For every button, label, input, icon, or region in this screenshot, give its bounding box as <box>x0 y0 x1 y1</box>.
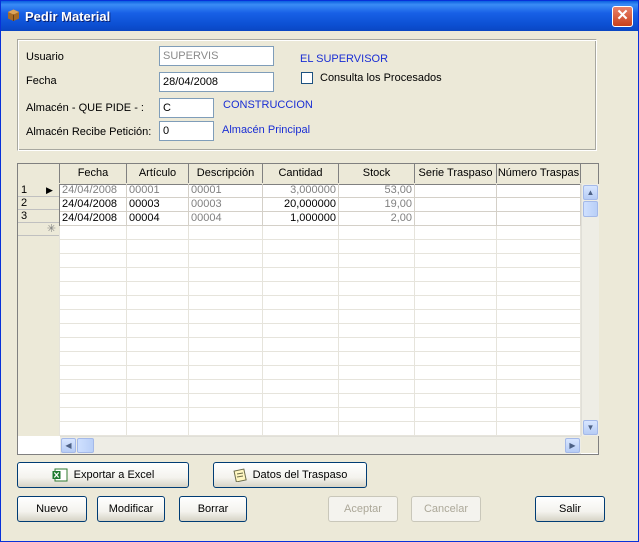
empty-grid-line <box>60 407 581 408</box>
empty-grid-line <box>60 239 581 240</box>
cancelar-button[interactable]: Cancelar <box>411 496 481 522</box>
cell-cantidad[interactable]: 1,000000 <box>263 212 339 226</box>
aceptar-button[interactable]: Aceptar <box>328 496 398 522</box>
usuario-name: EL SUPERVISOR <box>300 53 389 65</box>
empty-grid-column-line <box>262 226 263 436</box>
modificar-button[interactable]: Modificar <box>97 496 165 522</box>
row-indicator[interactable]: 1 ▶ <box>18 184 59 197</box>
scroll-up-icon[interactable]: ▲ <box>583 185 598 200</box>
window-title: Pedir Material <box>25 9 111 24</box>
pedir-material-window: Pedir Material ✕ Usuario SUPERVIS EL SUP… <box>0 0 639 542</box>
cell-descripcion[interactable]: 00001 <box>189 184 263 198</box>
cell-articulo[interactable]: 00004 <box>127 212 189 226</box>
cell-serie-traspaso[interactable] <box>415 184 497 198</box>
column-header-cantidad[interactable]: Cantidad <box>263 164 339 183</box>
scroll-corner <box>581 436 598 453</box>
empty-grid-column-line <box>188 226 189 436</box>
empty-grid-column-line <box>338 226 339 436</box>
cell-articulo[interactable]: 00001 <box>127 184 189 198</box>
usuario-label: Usuario <box>26 51 64 63</box>
almacen-pide-name: CONSTRUCCION <box>223 99 313 111</box>
fecha-label: Fecha <box>26 75 57 87</box>
grid-header: Fecha Artículo Descripción Cantidad Stoc… <box>18 164 598 185</box>
row-indicator[interactable]: 2 <box>18 197 59 210</box>
cell-descripcion[interactable]: 00003 <box>189 198 263 212</box>
fecha-field[interactable]: 28/04/2008 <box>159 72 274 92</box>
empty-grid-line <box>60 323 581 324</box>
cell-fecha[interactable]: 24/04/2008 <box>60 184 127 198</box>
empty-grid-line <box>60 253 581 254</box>
cell-serie-traspaso[interactable] <box>415 198 497 212</box>
consulta-procesados-checkbox[interactable] <box>301 72 313 84</box>
empty-grid-column-line <box>496 226 497 436</box>
close-icon: ✕ <box>616 7 629 24</box>
empty-grid-line <box>60 309 581 310</box>
almacen-recibe-name: Almacén Principal <box>222 124 311 136</box>
column-header-numero-traspaso[interactable]: Número Traspas <box>497 164 581 183</box>
horizontal-scrollbar[interactable]: ◀ ▶ <box>60 436 581 454</box>
cell-descripcion[interactable]: 00004 <box>189 212 263 226</box>
cell-cantidad[interactable]: 20,000000 <box>263 198 339 212</box>
borrar-button[interactable]: Borrar <box>179 496 247 522</box>
consulta-procesados-label: Consulta los Procesados <box>320 72 442 84</box>
grid-corner-header <box>18 164 60 183</box>
row-indicator[interactable]: 3 <box>18 210 59 223</box>
scroll-right-icon[interactable]: ▶ <box>565 438 580 453</box>
close-button[interactable]: ✕ <box>612 6 633 27</box>
column-header-fecha[interactable]: Fecha <box>60 164 127 183</box>
empty-grid-line <box>60 393 581 394</box>
scroll-down-icon[interactable]: ▼ <box>583 420 598 435</box>
datos-traspaso-button[interactable]: Datos del Traspaso <box>213 462 367 488</box>
empty-grid-line <box>60 421 581 422</box>
empty-grid-column-line <box>126 226 127 436</box>
empty-grid-line <box>60 337 581 338</box>
almacen-recibe-field[interactable]: 0 <box>159 121 214 141</box>
usuario-field[interactable]: SUPERVIS <box>159 46 274 66</box>
new-row-indicator[interactable]: ✳ <box>18 223 59 236</box>
cell-cantidad[interactable]: 3,000000 <box>263 184 339 198</box>
cell-fecha[interactable]: 24/04/2008 <box>60 212 127 226</box>
empty-grid-line <box>60 351 581 352</box>
material-grid[interactable]: Fecha Artículo Descripción Cantidad Stoc… <box>17 163 599 455</box>
cell-stock[interactable]: 2,00 <box>339 212 415 226</box>
vertical-scroll-thumb[interactable] <box>583 201 598 217</box>
column-header-stock[interactable]: Stock <box>339 164 415 183</box>
exportar-excel-button[interactable]: Exportar a Excel <box>17 462 189 488</box>
vertical-scrollbar[interactable]: ▲ ▼ <box>581 184 599 436</box>
empty-grid-column-line <box>414 226 415 436</box>
package-icon <box>8 9 19 21</box>
cell-numero-traspaso[interactable] <box>497 198 581 212</box>
empty-grid-line <box>60 365 581 366</box>
empty-grid-line <box>60 267 581 268</box>
cell-numero-traspaso[interactable] <box>497 184 581 198</box>
current-row-arrow-icon: ▶ <box>46 185 53 195</box>
notepad-icon <box>233 468 247 483</box>
empty-grid-line <box>60 281 581 282</box>
title-bar[interactable]: Pedir Material ✕ <box>1 1 638 31</box>
new-row-icon: ✳ <box>46 223 56 235</box>
horizontal-scroll-thumb[interactable] <box>77 438 94 453</box>
almacen-pide-field[interactable]: C <box>159 98 214 118</box>
cell-fecha[interactable]: 24/04/2008 <box>60 198 127 212</box>
empty-grid-column-line <box>59 226 60 436</box>
cell-stock[interactable]: 53,00 <box>339 184 415 198</box>
column-header-articulo[interactable]: Artículo <box>127 164 189 183</box>
almacen-pide-label: Almacén - QUE PIDE - : <box>26 102 144 114</box>
cell-numero-traspaso[interactable] <box>497 212 581 226</box>
scroll-left-icon[interactable]: ◀ <box>61 438 76 453</box>
nuevo-button[interactable]: Nuevo <box>17 496 87 522</box>
cell-serie-traspaso[interactable] <box>415 212 497 226</box>
cell-stock[interactable]: 19,00 <box>339 198 415 212</box>
row-indicator-column: 1 ▶ 2 3 ✳ <box>18 184 60 436</box>
empty-grid-line <box>60 295 581 296</box>
excel-icon <box>52 468 68 482</box>
salir-button[interactable]: Salir <box>535 496 605 522</box>
empty-grid-line <box>60 379 581 380</box>
column-header-descripcion[interactable]: Descripción <box>189 164 263 183</box>
cell-articulo[interactable]: 00003 <box>127 198 189 212</box>
almacen-recibe-label: Almacén Recibe Petición: <box>26 126 152 138</box>
column-header-serie-traspaso[interactable]: Serie Traspaso <box>415 164 497 183</box>
